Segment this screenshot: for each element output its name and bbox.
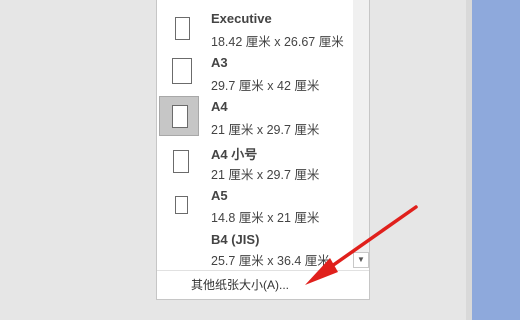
annotation-arrow-icon bbox=[305, 205, 418, 285]
annotation-arrow-head bbox=[305, 258, 338, 285]
annotation-arrow-shaft bbox=[320, 205, 418, 275]
